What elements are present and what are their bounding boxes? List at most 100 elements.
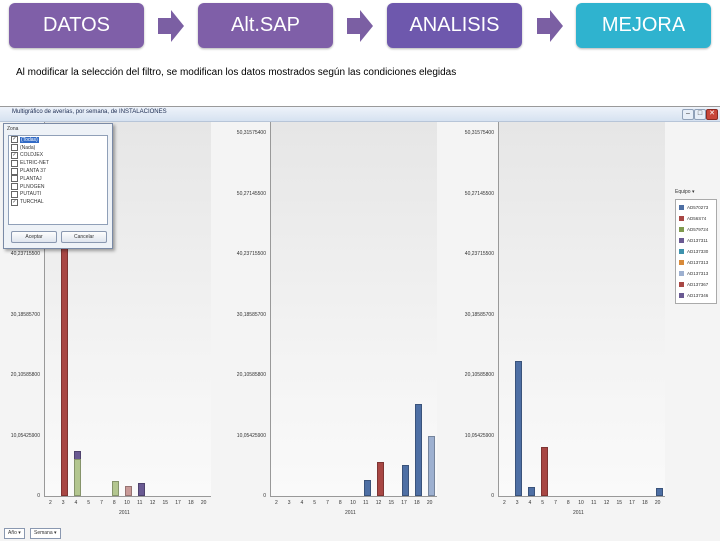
bar[interactable]	[137, 483, 145, 496]
checkbox[interactable]	[11, 144, 18, 152]
bar[interactable]	[125, 486, 132, 496]
filter-item-label: PLNOGEN	[20, 183, 45, 190]
checkbox[interactable]: ✓	[11, 151, 18, 159]
filter-item-label: TURCHAL	[20, 199, 44, 206]
filter-item-label: PLANTA 37	[20, 168, 46, 175]
minimize-button[interactable]: –	[682, 109, 694, 120]
ok-button[interactable]: Aceptar	[11, 231, 57, 243]
filter-label: Zona	[7, 126, 19, 132]
filter-item[interactable]: PLNOGEN	[9, 183, 107, 191]
bar[interactable]	[363, 479, 371, 496]
checkbox[interactable]	[11, 190, 18, 198]
bar[interactable]	[376, 461, 384, 496]
y-tick-label: 40,23715500	[10, 251, 40, 258]
filter-list[interactable]: ✓ (Todas) (Nada) ✓ COLDJEX ELTRIC-NET PLANTA 3…	[8, 135, 108, 225]
legend: Equipo ▾ AD570273 AD56S74 AD579724 AD137311…	[675, 189, 717, 304]
legend-item: AD137313	[676, 257, 716, 268]
x-tick-label: 20	[654, 500, 661, 506]
legend-swatch	[679, 260, 684, 265]
legend-label: AD137346	[687, 293, 709, 298]
x-tick-label: 20	[200, 500, 207, 506]
legend-list: AD570273 AD56S74 AD579724 AD137311 AD137330 A…	[675, 199, 717, 304]
filter-item[interactable]: ✓ TURCHAL	[9, 198, 107, 206]
bar[interactable]	[402, 465, 410, 496]
y-tick-label: 10,05425900	[236, 432, 266, 439]
bar[interactable]	[73, 459, 81, 496]
filter-item-label: PUTAUTI	[20, 191, 42, 198]
filter-item-label: COLDJEX	[20, 152, 44, 159]
filter-item[interactable]: PLANTAJ	[9, 175, 107, 183]
legend-item: AD56S74	[676, 213, 716, 224]
bar[interactable]	[515, 360, 523, 496]
y-tick-label: 0	[263, 493, 266, 499]
checkbox[interactable]	[11, 175, 18, 183]
legend-item: AD137313	[676, 268, 716, 279]
bar[interactable]	[540, 447, 548, 496]
checkbox[interactable]	[11, 167, 18, 175]
filter-dropdown[interactable]: Zona ✓ (Todas) (Nada) ✓ COLDJEX ELTRIC-NET PLA…	[3, 123, 113, 249]
y-tick-label: 20,10585800	[236, 372, 266, 379]
y-tick-label: 40,23715500	[464, 251, 494, 258]
legend-label: AD137311	[687, 238, 708, 243]
close-button[interactable]: ✕	[706, 109, 718, 120]
filter-item-label: (Todas)	[20, 136, 39, 143]
legend-swatch	[679, 293, 684, 298]
y-tick-label: 30,18585700	[464, 311, 494, 318]
filter-item[interactable]: ✓ (Todas)	[9, 136, 107, 144]
checkbox[interactable]: ✓	[11, 136, 18, 144]
legend-label: AD137313	[687, 271, 709, 276]
maximize-button[interactable]: □	[694, 109, 706, 120]
y-tick-label: 10,05425900	[10, 432, 40, 439]
year-select[interactable]: Año ▾	[4, 528, 25, 539]
checkbox[interactable]	[11, 159, 18, 167]
filter-item[interactable]: PLANTA 37	[9, 167, 107, 175]
bar[interactable]	[655, 488, 663, 496]
legend-item: AD579724	[676, 224, 716, 235]
y-tick-label: 30,18585700	[10, 311, 40, 318]
bar[interactable]	[112, 481, 120, 496]
checkbox[interactable]: ✓	[11, 198, 18, 206]
plot-area	[498, 122, 665, 497]
legend-item: AD137330	[676, 246, 716, 257]
filter-item[interactable]: (Nada)	[9, 144, 107, 152]
legend-label: AD137313	[687, 260, 709, 265]
filter-item-label: PLANTAJ	[20, 175, 42, 182]
y-tick-label: 0	[491, 493, 494, 499]
y-tick-label: 20,10585800	[464, 372, 494, 379]
y-tick-label: 0	[37, 493, 40, 499]
x-axis-year: 2011	[573, 510, 584, 516]
legend-label: AD56S74	[687, 216, 707, 221]
y-tick-label: 50,31575400	[236, 130, 266, 137]
checkbox[interactable]	[11, 183, 18, 191]
filter-item-label: ELTRIC-NET	[20, 160, 50, 167]
y-tick-label: 30,18585700	[236, 311, 266, 318]
cancel-button[interactable]: Cancelar	[61, 231, 107, 243]
legend-swatch	[679, 205, 684, 210]
chart-panel: COLD-X0150,3157540050,2714550040,2371550…	[230, 0, 440, 516]
filter-item[interactable]: ELTRIC-NET	[9, 159, 107, 167]
bar[interactable]	[527, 486, 535, 496]
bar[interactable]	[414, 403, 422, 496]
legend-swatch	[679, 282, 684, 287]
legend-item: AD137311	[676, 235, 716, 246]
legend-label: AD137367	[687, 282, 709, 287]
bar[interactable]	[427, 436, 435, 496]
legend-item: AD570273	[676, 202, 716, 213]
legend-title[interactable]: Equipo ▾	[675, 189, 717, 199]
legend-swatch	[679, 249, 684, 254]
legend-swatch	[679, 271, 684, 276]
legend-item: AD137367	[676, 279, 716, 290]
filter-item-label: (Nada)	[20, 144, 36, 151]
legend-item: AD137346	[676, 290, 716, 301]
plot-area	[270, 122, 437, 497]
y-tick-label: 40,23715500	[236, 251, 266, 258]
legend-label: AD579724	[687, 227, 709, 232]
filter-item[interactable]: PUTAUTI	[9, 190, 107, 199]
chart-panel: SOPLA50,3157540050,2714550040,2371550030…	[458, 0, 668, 516]
legend-label: AD137330	[687, 249, 709, 254]
y-tick-label: 50,27145500	[464, 190, 494, 197]
x-tick-label: 20	[426, 500, 433, 506]
filter-item[interactable]: ✓ COLDJEX	[9, 151, 107, 160]
legend-swatch	[679, 238, 684, 243]
week-select[interactable]: Semana ▾	[30, 528, 61, 539]
